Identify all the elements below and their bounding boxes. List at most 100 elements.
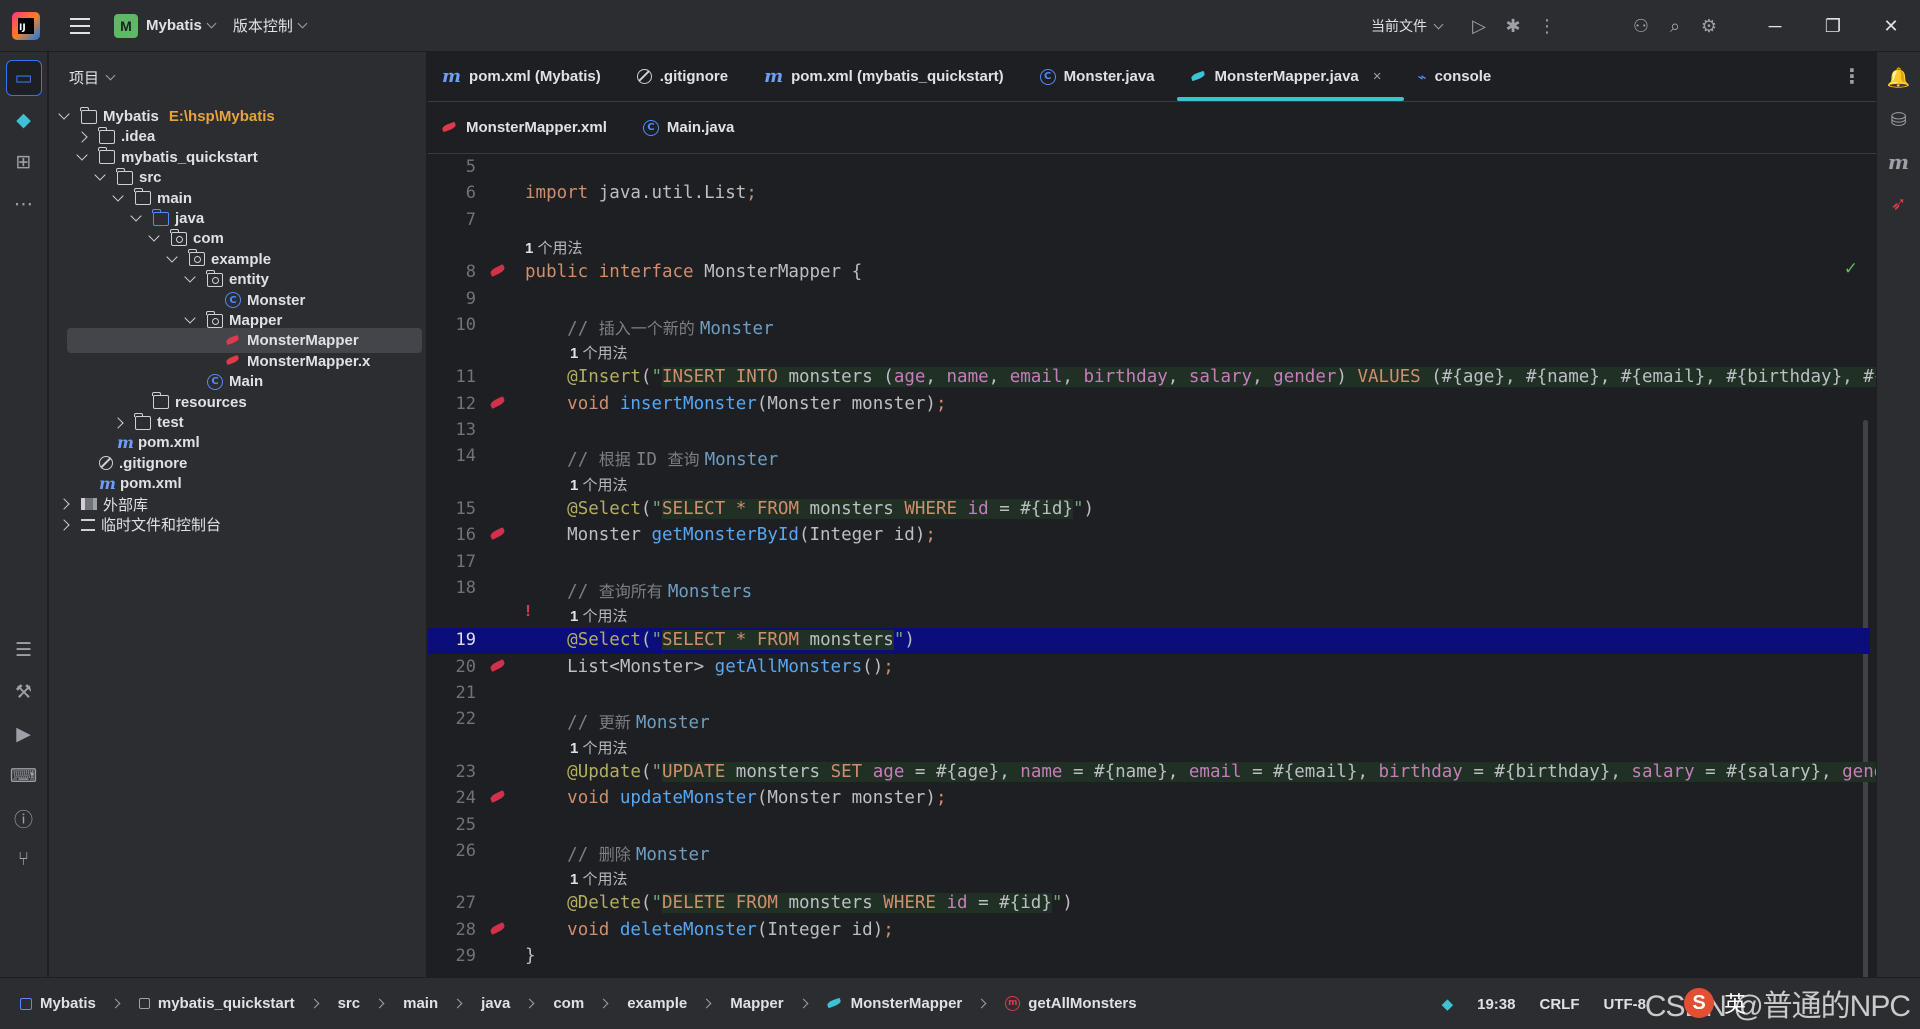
usage-hint[interactable]: 1 个用法 xyxy=(570,868,628,889)
restore-button[interactable]: ❐ xyxy=(1804,0,1862,52)
tree-item-label: java xyxy=(175,210,205,227)
module-folder-icon xyxy=(98,147,115,165)
editor-tab[interactable]: ⌁ console xyxy=(1404,52,1514,101)
usage-hint[interactable]: 1 个用法 xyxy=(570,737,628,758)
editor-tab[interactable]: MonsterMapper.java × xyxy=(1176,52,1404,101)
breadcrumb-item[interactable]: MonsterMapper xyxy=(851,995,963,1012)
notifications-bell-icon[interactable]: 🔔 xyxy=(1881,60,1917,96)
git-branch-icon[interactable]: ⑂ xyxy=(6,842,42,878)
mybatis-navigate-icon[interactable] xyxy=(488,525,508,543)
intellij-logo-icon[interactable]: IJ xyxy=(12,11,40,40)
editor-tab[interactable]: .gitignore xyxy=(623,52,750,101)
project-panel-header[interactable]: 项目 xyxy=(49,52,426,102)
chevron-down-icon[interactable] xyxy=(112,189,124,202)
editor-tab[interactable]: m pom.xml (Mybatis) xyxy=(428,52,623,101)
line-number: 23 xyxy=(455,761,476,782)
debug-icon[interactable]: ✱ xyxy=(1496,9,1530,43)
editor-tab[interactable]: MonsterMapper.xml xyxy=(428,102,629,153)
chevron-down-icon[interactable] xyxy=(130,210,142,222)
structure-icon[interactable]: ⊞ xyxy=(6,144,42,180)
minimize-button[interactable]: ─ xyxy=(1746,0,1804,52)
project-badge[interactable]: M xyxy=(114,13,138,38)
mybatis-log-icon[interactable]: ➶ xyxy=(1881,186,1917,222)
line-separator[interactable]: CRLF xyxy=(1540,996,1580,1013)
mybatis-status-icon[interactable]: ◆ xyxy=(1442,995,1454,1013)
breadcrumb-item[interactable]: src xyxy=(338,995,361,1012)
chevron-down-icon[interactable] xyxy=(94,169,106,181)
chevron-down-icon[interactable] xyxy=(166,251,178,263)
usage-hint[interactable]: 1 个用法 xyxy=(570,605,628,626)
code-token: monsters xyxy=(809,630,894,651)
main-menu-icon[interactable] xyxy=(70,17,90,34)
code-token: } xyxy=(525,946,536,966)
chevron-down-icon[interactable] xyxy=(184,271,196,283)
mybatis-navigate-icon[interactable] xyxy=(488,262,508,280)
services-icon[interactable]: ▶ xyxy=(6,716,42,752)
run-icon[interactable]: ▷ xyxy=(1462,9,1496,43)
chevron-down-icon[interactable] xyxy=(148,230,160,243)
error-bulb-icon[interactable]: ! xyxy=(518,603,538,621)
code-token: age xyxy=(872,761,905,782)
usage-hint[interactable]: 1 个用法 xyxy=(570,474,628,495)
close-window-button[interactable]: ✕ xyxy=(1862,0,1920,52)
mybatis-navigate-icon[interactable] xyxy=(488,394,508,412)
breadcrumb-item[interactable]: example xyxy=(627,995,687,1012)
chevron-right-icon[interactable] xyxy=(58,518,70,531)
problems-icon[interactable]: ⓘ xyxy=(6,800,42,836)
more-horizontal-icon[interactable]: ⋯ xyxy=(6,186,42,222)
editor-tab[interactable]: C Main.java xyxy=(629,102,757,153)
vcs-menu[interactable]: 版本控制 xyxy=(233,15,308,36)
database-icon[interactable]: ☰ xyxy=(6,632,42,668)
build-hammer-icon[interactable]: ⚒ xyxy=(6,674,42,710)
terminal-icon[interactable]: ⌨ xyxy=(6,758,42,794)
file-encoding[interactable]: UTF-8 xyxy=(1604,996,1647,1013)
breadcrumb-item[interactable]: Mapper xyxy=(730,995,783,1012)
code-token: = #{id} xyxy=(967,893,1052,914)
usage-hint[interactable]: 1 个用法 xyxy=(570,342,628,363)
close-tab-icon[interactable]: × xyxy=(1373,68,1382,85)
breadcrumb-item[interactable]: getAllMonsters xyxy=(1028,995,1136,1012)
code-token: void xyxy=(567,919,620,940)
cursor-position[interactable]: 19:38 xyxy=(1477,996,1515,1013)
breadcrumb-item[interactable]: main xyxy=(403,995,438,1012)
chevron-right-icon xyxy=(798,998,809,1009)
usage-hint[interactable]: 1 个用法 xyxy=(525,237,583,258)
chevron-right-icon[interactable] xyxy=(112,416,124,429)
run-config-selector[interactable]: 当前文件 xyxy=(1371,16,1444,36)
editor-tab[interactable]: m pom.xml (mybatis_quickstart) xyxy=(750,52,1026,101)
mybatis-navigate-icon[interactable] xyxy=(488,657,508,675)
search-icon[interactable]: ⌕ xyxy=(1658,9,1692,43)
line-number: 20 xyxy=(455,656,476,677)
no-problems-check-icon[interactable]: ✓ xyxy=(1844,259,1858,279)
code-editor[interactable]: ✓ 5 6 import java.util.List; 7 1 个用法 8 public … xyxy=(428,155,1876,977)
chevron-down-icon[interactable] xyxy=(76,149,88,161)
breadcrumb-item[interactable]: Mybatis xyxy=(40,995,96,1012)
chevron-down-icon[interactable] xyxy=(184,312,196,324)
chevron-right-icon[interactable] xyxy=(76,131,88,143)
settings-gear-icon[interactable]: ⚙ xyxy=(1692,9,1726,43)
breadcrumb-item[interactable]: mybatis_quickstart xyxy=(158,995,295,1012)
code-token: getAllMonsters xyxy=(714,656,863,677)
more-vertical-icon[interactable]: ⋮ xyxy=(1530,9,1564,43)
chevron-down-icon[interactable] xyxy=(58,108,70,120)
breadcrumb-item[interactable]: com xyxy=(553,995,584,1012)
mybatis-navigate-icon[interactable] xyxy=(488,920,508,938)
tree-item[interactable]: 临时文件和控制台 xyxy=(49,512,426,537)
breadcrumb-item[interactable]: java xyxy=(481,995,510,1012)
project-switcher[interactable]: Mybatis xyxy=(146,17,217,34)
maven-icon[interactable]: m xyxy=(1881,144,1917,180)
mybatis-icon[interactable]: ◆ xyxy=(6,102,42,138)
sogou-ime-logo[interactable]: S xyxy=(1684,988,1714,1018)
chevron-right-icon[interactable] xyxy=(58,498,70,510)
chevron-right-icon xyxy=(452,998,463,1009)
vertical-scrollbar[interactable] xyxy=(1863,420,1868,977)
ime-language[interactable]: 英 xyxy=(1724,987,1746,1019)
database-icon[interactable]: ⛁ xyxy=(1881,102,1917,138)
add-user-icon[interactable]: ⚇ xyxy=(1624,9,1658,43)
editor-tab[interactable]: C Monster.java xyxy=(1026,52,1177,101)
ime-toolbar[interactable]: S 英 xyxy=(1680,985,1746,1021)
tabs-more-icon[interactable]: ⋮ xyxy=(1842,64,1862,89)
project-folder-icon[interactable]: ▭ xyxy=(5,60,42,96)
mybatis-navigate-icon[interactable] xyxy=(488,788,508,806)
